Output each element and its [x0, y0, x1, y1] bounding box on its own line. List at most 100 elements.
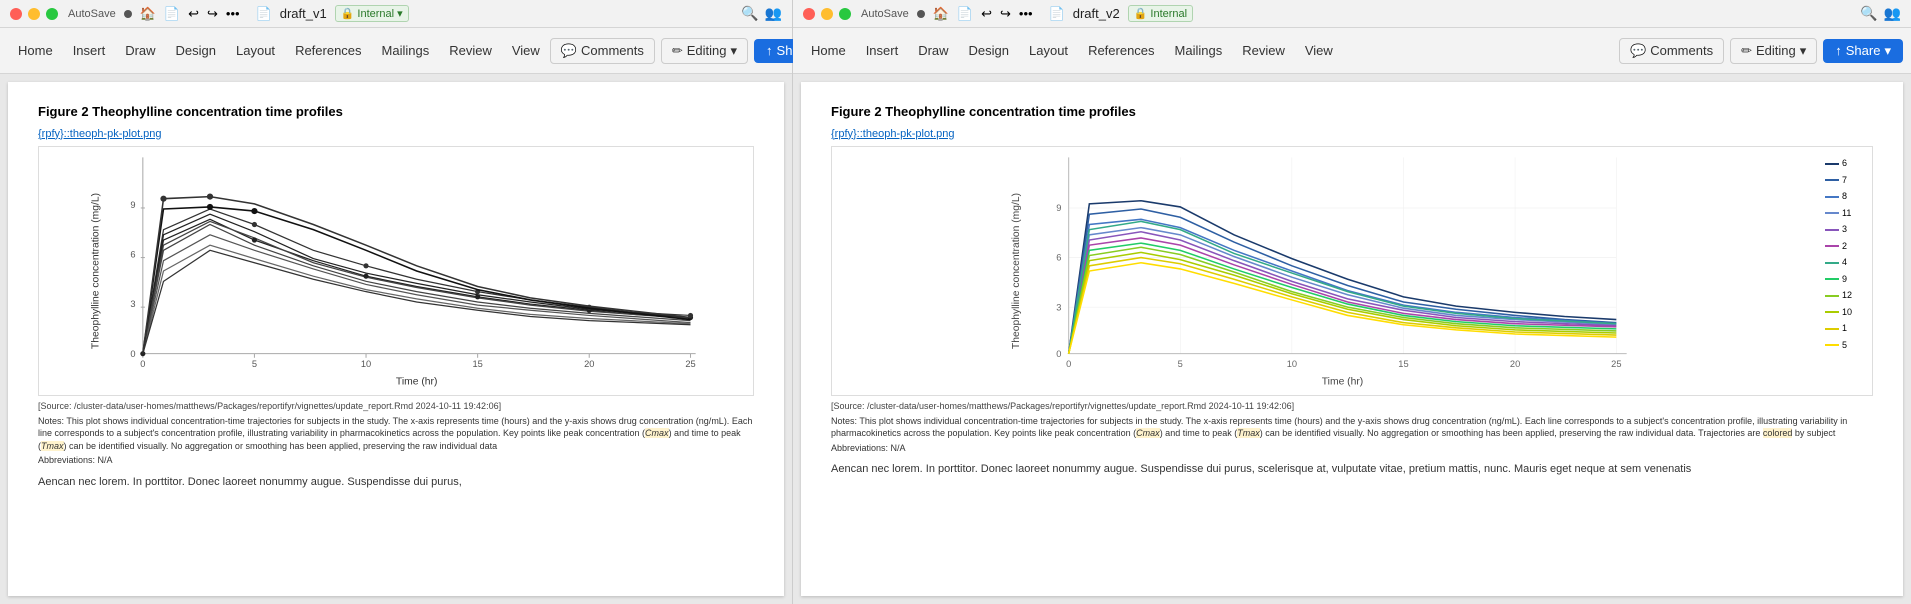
autosave-label-right: AutoSave [861, 8, 909, 20]
undo-icon-left[interactable]: ↩ [188, 6, 199, 22]
comments-button-left[interactable]: 💬 Comments [550, 38, 655, 64]
figure-title-left: Figure 2 Theophylline concentration time… [38, 102, 754, 122]
legend-item-3: 3 [1825, 223, 1869, 237]
svg-text:20: 20 [1510, 359, 1520, 369]
ribbon-right: Home Insert Draw Design Layout Reference… [793, 28, 1911, 74]
minimize-button-left[interactable] [28, 8, 40, 20]
svg-text:10: 10 [361, 359, 371, 369]
svg-text:3: 3 [1056, 302, 1061, 312]
right-title-area: AutoSave 🏠 📄 ↩ ↪ ••• 📄 draft_v2 🔒 Intern… [861, 5, 1860, 22]
comments-button-right[interactable]: 💬 Comments [1619, 38, 1724, 64]
redo-icon-left[interactable]: ↪ [207, 6, 218, 22]
svg-text:Time (hr): Time (hr) [396, 377, 438, 388]
tab-layout-left[interactable]: Layout [226, 37, 285, 64]
people-icon-right[interactable]: 👥 [1884, 5, 1901, 22]
autosave-dot-left [124, 10, 132, 18]
svg-text:0: 0 [1066, 359, 1071, 369]
tab-insert-left[interactable]: Insert [63, 37, 116, 64]
ref-link-right[interactable]: {rpfy}::theoph-pk-plot.png [831, 126, 1873, 143]
minimize-button-right[interactable] [821, 8, 833, 20]
ribbon-actions-left: 💬 Comments ✏ Editing ▾ ↑ Share ▾ [550, 38, 834, 64]
editing-button-right[interactable]: ✏ Editing ▾ [1730, 38, 1817, 64]
svg-text:3: 3 [130, 299, 135, 309]
window-controls-right [803, 8, 851, 20]
file-icon-left: 📄 [164, 6, 180, 22]
home-icon-right: 🏠 [933, 6, 949, 22]
legend-item-1: 1 [1825, 322, 1869, 336]
autosave-label-left: AutoSave [68, 8, 116, 20]
close-button-left[interactable] [10, 8, 22, 20]
search-icon-left[interactable]: 🔍 [741, 5, 758, 22]
source-text-left: [Source: /cluster-data/user-homes/matthe… [38, 400, 754, 414]
tab-view-left[interactable]: View [502, 37, 550, 64]
tab-design-right[interactable]: Design [959, 37, 1019, 64]
body-text-left: Aencan nec lorem. In porttitor. Donec la… [38, 474, 754, 492]
file-name-right: draft_v2 [1073, 6, 1120, 21]
tab-mailings-right[interactable]: Mailings [1165, 37, 1233, 64]
ribbon-tabs-right: Home Insert Draw Design Layout Reference… [801, 37, 1619, 64]
svg-text:0: 0 [130, 349, 135, 359]
ribbon-actions-right: 💬 Comments ✏ Editing ▾ ↑ Share ▾ [1619, 38, 1903, 64]
tab-review-right[interactable]: Review [1232, 37, 1295, 64]
right-toolbar-right: 🔍 👥 [1860, 5, 1901, 22]
more-icon-right[interactable]: ••• [1019, 6, 1033, 21]
people-icon-left[interactable]: 👥 [765, 5, 782, 22]
tab-view-right[interactable]: View [1295, 37, 1343, 64]
tab-home-right[interactable]: Home [801, 37, 856, 64]
right-window: AutoSave 🏠 📄 ↩ ↪ ••• 📄 draft_v2 🔒 Intern… [793, 0, 1911, 604]
autosave-dot-right [917, 10, 925, 18]
tab-mailings-left[interactable]: Mailings [372, 37, 440, 64]
editing-button-left[interactable]: ✏ Editing ▾ [661, 38, 748, 64]
legend-item-2: 2 [1825, 240, 1869, 254]
ribbon-left: Home Insert Draw Design Layout Reference… [0, 28, 792, 74]
legend-item-6: 6 [1825, 157, 1869, 171]
internal-badge-right: 🔒 Internal [1128, 5, 1193, 22]
tab-references-left[interactable]: References [285, 37, 371, 64]
left-title-bar: AutoSave 🏠 📄 ↩ ↪ ••• 📄 draft_v1 🔒 Intern… [0, 0, 792, 28]
file-icon-right: 📄 [957, 6, 973, 22]
redo-icon-right[interactable]: ↪ [1000, 6, 1011, 22]
right-title-bar: AutoSave 🏠 📄 ↩ ↪ ••• 📄 draft_v2 🔒 Intern… [793, 0, 1911, 28]
maximize-button-right[interactable] [839, 8, 851, 20]
tab-layout-right[interactable]: Layout [1019, 37, 1078, 64]
left-toolbar-right: 🔍 👥 [741, 5, 782, 22]
abbrev-text-left: Abbreviations: N/A [38, 454, 754, 468]
tab-review-left[interactable]: Review [439, 37, 502, 64]
tab-references-right[interactable]: References [1078, 37, 1164, 64]
tab-draw-left[interactable]: Draw [115, 37, 165, 64]
pencil-icon-left: ✏ [672, 43, 683, 59]
body-text-right: Aencan nec lorem. In porttitor. Donec la… [831, 461, 1873, 479]
svg-text:20: 20 [584, 359, 594, 369]
ref-link-left[interactable]: {rpfy}::theoph-pk-plot.png [38, 126, 754, 143]
chart-svg-left: 0 3 6 9 0 5 10 15 20 25 [39, 147, 753, 395]
left-window: AutoSave 🏠 📄 ↩ ↪ ••• 📄 draft_v1 🔒 Intern… [0, 0, 793, 604]
chart-left: 0 3 6 9 0 5 10 15 20 25 [38, 146, 754, 396]
svg-text:6: 6 [130, 250, 135, 260]
svg-text:9: 9 [1056, 203, 1061, 213]
internal-badge-left: 🔒 Internal ▾ [335, 5, 409, 22]
share-chevron-right: ▾ [1884, 43, 1891, 59]
pencil-icon-right: ✏ [1741, 43, 1752, 59]
tab-design-left[interactable]: Design [166, 37, 226, 64]
maximize-button-left[interactable] [46, 8, 58, 20]
legend-item-10: 10 [1825, 306, 1869, 320]
close-button-right[interactable] [803, 8, 815, 20]
chevron-icon-left: ▾ [731, 43, 738, 59]
tab-insert-right[interactable]: Insert [856, 37, 909, 64]
undo-icon-right[interactable]: ↩ [981, 6, 992, 22]
more-icon-left[interactable]: ••• [226, 6, 240, 21]
chart-right: 0 3 6 9 0 5 10 15 20 25 Time (hr) Theoph… [831, 146, 1873, 396]
tab-home-left[interactable]: Home [8, 37, 63, 64]
doc-content-right: Figure 2 Theophylline concentration time… [801, 82, 1903, 596]
figure-title-right: Figure 2 Theophylline concentration time… [831, 102, 1873, 122]
abbrev-text-right: Abbreviations: N/A [831, 442, 1873, 456]
comment-icon-right: 💬 [1630, 43, 1646, 59]
search-icon-right[interactable]: 🔍 [1860, 5, 1877, 22]
home-icon-left: 🏠 [140, 6, 156, 22]
share-button-right[interactable]: ↑ Share ▾ [1823, 39, 1903, 63]
legend-item-4: 4 [1825, 256, 1869, 270]
legend-item-11: 11 [1825, 207, 1869, 221]
legend-item-5: 5 [1825, 339, 1869, 353]
legend-item-9: 9 [1825, 273, 1869, 287]
tab-draw-right[interactable]: Draw [908, 37, 958, 64]
